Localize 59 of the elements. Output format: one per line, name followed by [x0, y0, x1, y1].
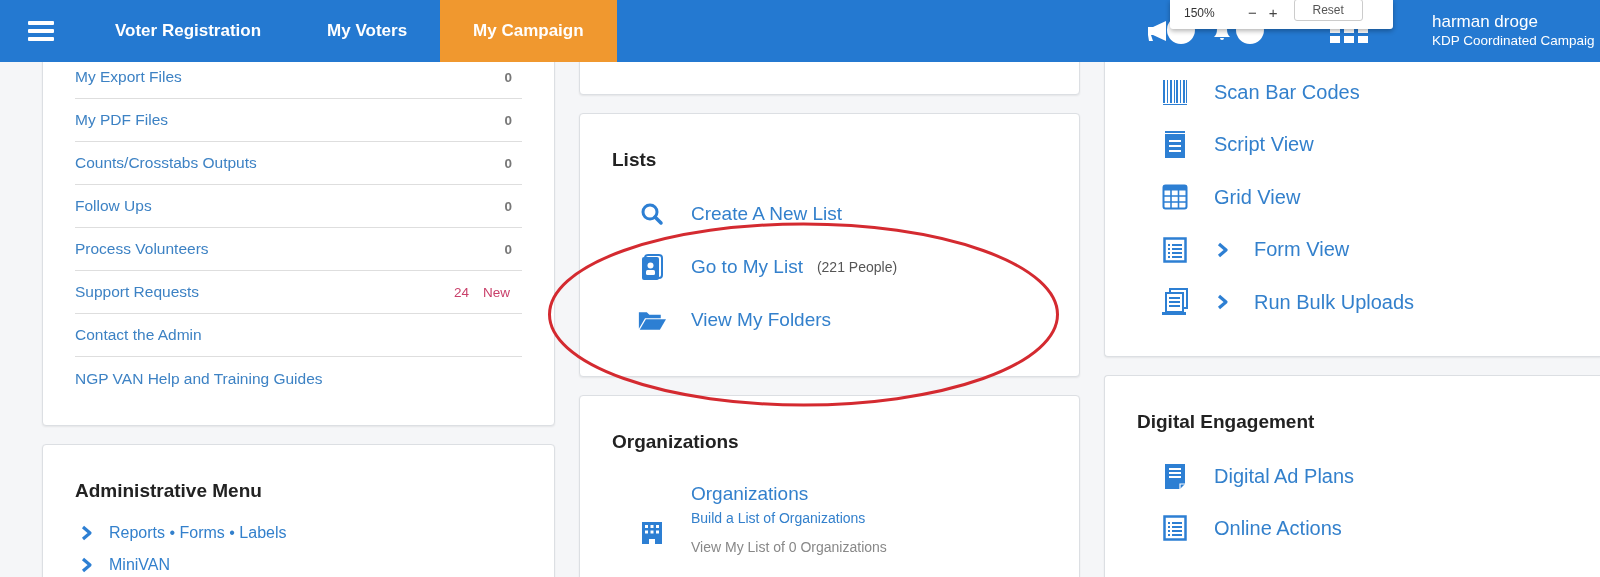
digital-link[interactable]: Digital Ad Plans	[1214, 464, 1355, 488]
card-title: Administrative Menu	[75, 479, 263, 503]
tool-link[interactable]: Scan Bar Codes	[1214, 80, 1360, 104]
megaphone-icon[interactable]	[1147, 21, 1169, 41]
menu-link[interactable]: Reports • Forms • Labels	[109, 524, 287, 542]
menu-link[interactable]: My PDF Files	[75, 111, 168, 129]
table-icon	[1162, 184, 1188, 211]
committee-name: KDP Coordinated Campaig	[1432, 32, 1596, 50]
item-count: 24	[453, 284, 469, 300]
menu-link[interactable]: Support Requests	[75, 283, 200, 301]
people-count: (221 People)	[816, 258, 898, 275]
list-link[interactable]: Create A New List	[691, 202, 843, 225]
item-count: 0	[504, 198, 512, 214]
menu-link[interactable]: Contact the Admin	[75, 326, 202, 344]
barcode-icon	[1162, 79, 1188, 106]
build-list-link[interactable]: Build a List of Organizations	[691, 507, 866, 529]
stacked-documents-icon	[1161, 288, 1189, 317]
tool-link[interactable]: Grid View	[1214, 185, 1301, 209]
card-title: Digital Engagement	[1137, 410, 1316, 434]
list-icon	[1163, 515, 1187, 541]
tool-link[interactable]: Script View	[1214, 133, 1314, 157]
menu-link[interactable]: My Export Files	[75, 68, 182, 86]
menu-link[interactable]: MiniVAN	[109, 556, 171, 574]
zoom-level: 150%	[1184, 5, 1216, 20]
zoom-in-button[interactable]: +	[1262, 4, 1284, 21]
chevron-icon	[81, 557, 93, 573]
tool-link[interactable]: Form View	[1254, 238, 1350, 262]
chevron-icon	[81, 525, 93, 541]
menu-link[interactable]: Process Volunteers	[75, 240, 209, 258]
search-icon	[640, 201, 664, 226]
chevron-icon	[1217, 241, 1229, 258]
item-count: 0	[504, 155, 512, 171]
nav-tab[interactable]: My Campaign	[440, 0, 617, 62]
document-icon	[1164, 462, 1186, 490]
nav-tab[interactable]: Voter Registration	[82, 0, 295, 62]
menu-icon[interactable]	[28, 20, 54, 42]
list-link[interactable]: Go to My List	[691, 255, 803, 278]
zoom-out-button[interactable]: −	[1242, 4, 1263, 21]
digital-link[interactable]: Online Actions	[1214, 516, 1342, 540]
reset-button[interactable]: Reset	[1293, 0, 1363, 21]
list-icon	[1163, 236, 1187, 263]
menu-link[interactable]: Counts/Crosstabs Outputs	[75, 154, 257, 172]
notepad-icon	[1164, 131, 1186, 159]
chevron-icon	[1217, 294, 1229, 311]
nav-tab[interactable]: My Voters	[294, 0, 441, 62]
organizations-count: View My List of 0 Organizations	[691, 538, 887, 557]
item-count: 0	[504, 241, 512, 257]
menu-link[interactable]: Follow Ups	[75, 197, 152, 215]
card-title: Organizations	[612, 430, 740, 454]
tool-link[interactable]: Run Bulk Uploads	[1254, 290, 1415, 314]
list-link[interactable]: View My Folders	[691, 308, 832, 331]
user-name: harman droge	[1432, 12, 1539, 31]
organizations-link[interactable]: Organizations	[691, 481, 809, 507]
card-title: Lists	[612, 148, 658, 172]
item-count: 0	[504, 112, 512, 128]
menu-link[interactable]: NGP VAN Help and Training Guides	[75, 369, 323, 388]
new-label: New	[483, 284, 510, 300]
item-count: 0	[504, 69, 512, 85]
contact-book-icon	[641, 253, 663, 280]
